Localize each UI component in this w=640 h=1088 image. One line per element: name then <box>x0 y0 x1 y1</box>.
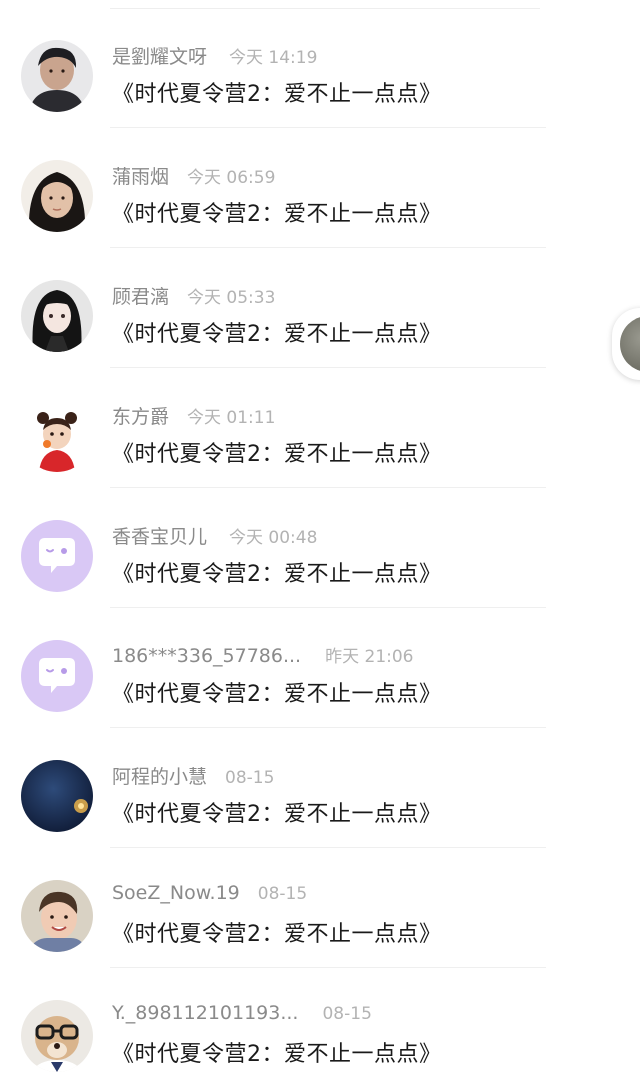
comment-text[interactable]: 《时代夏令营2：爱不止一点点》 <box>112 436 442 468</box>
list-item[interactable]: 蒲雨烟 今天 06:59 《时代夏令营2：爱不止一点点》 <box>0 128 640 248</box>
comment-time: 今天 00:48 <box>229 528 318 548</box>
anime-girl-avatar-icon <box>21 280 93 352</box>
user-name[interactable]: 186***336_57786... <box>112 645 301 667</box>
avatar[interactable] <box>21 400 93 472</box>
list-item[interactable]: 是劉耀文呀 今天 14:19 《时代夏令营2：爱不止一点点》 <box>0 8 640 128</box>
default-chat-avatar-icon <box>21 640 93 712</box>
comment-text[interactable]: 《时代夏令营2：爱不止一点点》 <box>112 316 442 348</box>
avatar[interactable] <box>21 40 93 112</box>
night-sky-avatar-icon <box>21 760 93 832</box>
comment-time: 08-15 <box>225 768 275 788</box>
girl-photo-avatar-icon <box>21 160 93 232</box>
dog-glasses-avatar-icon <box>21 1000 93 1072</box>
user-name[interactable]: 是劉耀文呀 <box>112 42 207 69</box>
comment-text[interactable]: 《时代夏令营2：爱不止一点点》 <box>112 556 442 588</box>
floating-avatar-image <box>620 316 640 372</box>
comment-text[interactable]: 《时代夏令营2：爱不止一点点》 <box>112 76 442 108</box>
avatar[interactable] <box>21 1000 93 1072</box>
comment-meta: 顾君漓 今天 05:33 <box>112 282 275 312</box>
comment-time: 08-15 <box>322 1004 372 1024</box>
list-item[interactable]: 东方爵 今天 01:11 《时代夏令营2：爱不止一点点》 <box>0 368 640 488</box>
comment-text[interactable]: 《时代夏令营2：爱不止一点点》 <box>112 196 442 228</box>
list-item[interactable]: Y._898112101193... 08-15 《时代夏令营2：爱不止一点点》 <box>0 968 640 1088</box>
comment-meta: SoeZ_Now.19 08-15 <box>112 882 307 912</box>
default-chat-avatar-icon <box>21 520 93 592</box>
list-item[interactable]: SoeZ_Now.19 08-15 《时代夏令营2：爱不止一点点》 <box>0 848 640 968</box>
list-item[interactable]: 顾君漓 今天 05:33 《时代夏令营2：爱不止一点点》 <box>0 248 640 368</box>
comment-time: 08-15 <box>257 884 308 904</box>
comment-time: 今天 14:19 <box>229 48 318 68</box>
user-name[interactable]: 东方爵 <box>112 402 169 429</box>
avatar[interactable] <box>21 640 93 712</box>
comment-time: 今天 01:11 <box>187 408 276 428</box>
boy-photo-avatar-icon <box>21 40 93 112</box>
comment-text[interactable]: 《时代夏令营2：爱不止一点点》 <box>112 1036 442 1068</box>
comment-text[interactable]: 《时代夏令营2：爱不止一点点》 <box>112 916 442 948</box>
user-name[interactable]: Y._898112101193... <box>112 1002 298 1024</box>
comment-meta: 是劉耀文呀 今天 14:19 <box>112 42 317 72</box>
user-name[interactable]: 香香宝贝儿 <box>112 522 207 549</box>
cartoon-girl-avatar-icon <box>21 400 93 472</box>
comment-time: 今天 06:59 <box>187 168 276 188</box>
comment-text[interactable]: 《时代夏令营2：爱不止一点点》 <box>112 796 442 828</box>
list-item[interactable]: 186***336_57786... 昨天 21:06 《时代夏令营2：爱不止一… <box>0 608 640 728</box>
avatar[interactable] <box>21 280 93 352</box>
comment-meta: 东方爵 今天 01:11 <box>112 402 275 432</box>
user-name[interactable]: SoeZ_Now.19 <box>112 882 240 904</box>
user-name[interactable]: 顾君漓 <box>112 282 169 309</box>
comment-time: 今天 05:33 <box>187 288 276 308</box>
comment-text[interactable]: 《时代夏令营2：爱不止一点点》 <box>112 676 442 708</box>
comment-meta: 阿程的小慧 08-15 <box>112 762 274 792</box>
user-name[interactable]: 阿程的小慧 <box>112 762 207 789</box>
avatar[interactable] <box>21 760 93 832</box>
comment-meta: 香香宝贝儿 今天 00:48 <box>112 522 317 552</box>
list-item[interactable]: 阿程的小慧 08-15 《时代夏令营2：爱不止一点点》 <box>0 728 640 848</box>
avatar[interactable] <box>21 520 93 592</box>
boy-smile-avatar-icon <box>21 880 93 952</box>
comment-meta: Y._898112101193... 08-15 <box>112 1002 372 1032</box>
list-item[interactable]: 香香宝贝儿 今天 00:48 《时代夏令营2：爱不止一点点》 <box>0 488 640 608</box>
comment-meta: 蒲雨烟 今天 06:59 <box>112 162 275 192</box>
avatar[interactable] <box>21 880 93 952</box>
comment-meta: 186***336_57786... 昨天 21:06 <box>112 642 414 672</box>
comment-time: 昨天 21:06 <box>325 647 414 667</box>
avatar[interactable] <box>21 160 93 232</box>
user-name[interactable]: 蒲雨烟 <box>112 162 169 189</box>
